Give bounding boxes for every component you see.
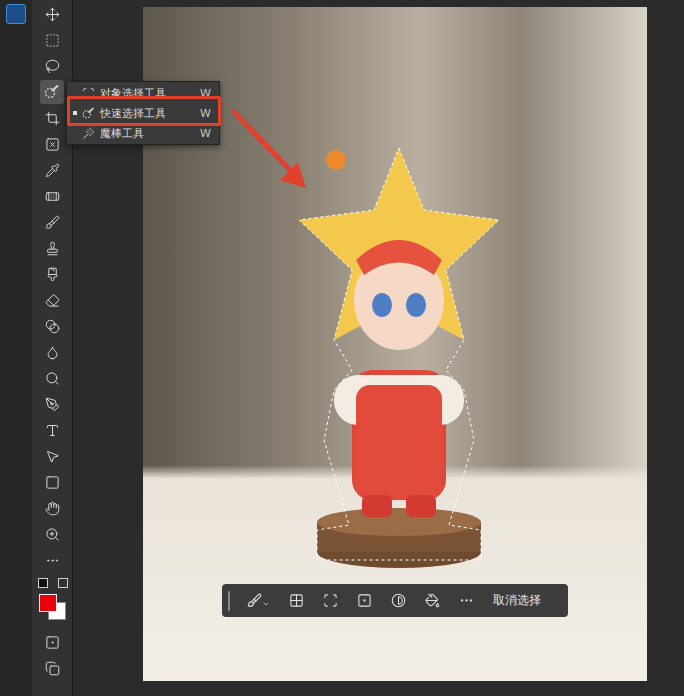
screen-mode-icon — [45, 661, 60, 676]
stamp-icon — [45, 241, 60, 256]
scan-icon — [323, 593, 338, 608]
quick-selection-icon — [82, 107, 95, 120]
color-swatches — [36, 576, 68, 624]
lasso-tool[interactable] — [40, 54, 64, 78]
app-logo-icon — [6, 4, 26, 24]
frame-icon — [45, 137, 60, 152]
mask-icon — [357, 593, 372, 608]
zoom-tool[interactable] — [40, 522, 64, 546]
current-tool-marker — [73, 91, 77, 95]
rectangle-icon — [45, 475, 60, 490]
move-tool[interactable] — [40, 2, 64, 26]
swap-colors-icon[interactable] — [58, 578, 68, 588]
blur-tool[interactable] — [40, 340, 64, 364]
fill-button[interactable] — [425, 593, 440, 608]
frame-tool[interactable] — [40, 132, 64, 156]
brush-icon — [45, 215, 60, 230]
dropdown-icon — [262, 600, 270, 608]
rectangle-tool[interactable] — [40, 470, 64, 494]
quick-mask-icon — [45, 635, 60, 650]
dodge-icon — [45, 371, 60, 386]
eraser-icon — [45, 293, 60, 308]
path-selection-icon — [45, 449, 60, 464]
type-tool[interactable] — [40, 418, 64, 442]
select-subject-button[interactable] — [289, 593, 304, 608]
dodge-tool[interactable] — [40, 366, 64, 390]
flyout-item[interactable]: 快速选择工具W — [67, 103, 219, 123]
marquee-tool[interactable] — [40, 28, 64, 52]
default-colors-icon[interactable] — [38, 578, 48, 588]
side-strip — [0, 0, 32, 696]
type-icon — [45, 423, 60, 438]
healing-icon — [45, 189, 60, 204]
flyout-item[interactable]: 魔棒工具W — [67, 123, 219, 143]
gradient-tool[interactable] — [40, 314, 64, 338]
current-tool-marker — [73, 131, 77, 135]
eraser-tool[interactable] — [40, 288, 64, 312]
pen-icon — [45, 397, 60, 412]
select-object-button[interactable] — [323, 593, 338, 608]
foreground-color[interactable] — [39, 594, 57, 612]
path-selection-tool[interactable] — [40, 444, 64, 468]
contextual-task-bar: 取消选择 — [222, 584, 568, 617]
history-brush-icon — [45, 267, 60, 282]
deselect-button[interactable]: 取消选择 — [493, 592, 541, 609]
quick-selection-tool[interactable] — [40, 80, 64, 104]
annotation-box — [67, 96, 221, 126]
adjustment-icon — [391, 593, 406, 608]
zoom-icon — [45, 527, 60, 542]
photoshop-window: 对象选择工具W快速选择工具W魔棒工具W 取消选择 — [0, 0, 684, 696]
task-bar-grip[interactable] — [228, 591, 230, 611]
more-tool[interactable] — [40, 548, 64, 572]
more-icon — [45, 553, 60, 568]
stamp-tool[interactable] — [40, 236, 64, 260]
screen-mode-button[interactable] — [40, 656, 64, 680]
marquee-icon — [45, 33, 60, 48]
crop-icon — [45, 111, 60, 126]
eyedropper-icon — [45, 163, 60, 178]
brush-icon — [247, 593, 262, 608]
tool-icon — [82, 127, 95, 140]
quick-selection-icon — [44, 84, 60, 100]
adjustment-button[interactable] — [391, 593, 406, 608]
select-subject-icon — [289, 593, 304, 608]
brush-mode-button[interactable] — [247, 593, 270, 608]
pen-tool[interactable] — [40, 392, 64, 416]
annotation-arrow-icon — [226, 106, 316, 196]
lasso-icon — [45, 59, 60, 74]
eyedropper-tool[interactable] — [40, 158, 64, 182]
more-icon — [459, 593, 474, 608]
fill-icon — [425, 593, 440, 608]
flyout-item[interactable]: 对象选择工具W — [67, 83, 219, 103]
current-tool-marker — [73, 111, 77, 115]
tool-flyout-menu: 对象选择工具W快速选择工具W魔棒工具W — [66, 81, 220, 145]
hand-tool[interactable] — [40, 496, 64, 520]
crop-tool[interactable] — [40, 106, 64, 130]
healing-tool[interactable] — [40, 184, 64, 208]
move-icon — [45, 7, 60, 22]
hand-icon — [45, 501, 60, 516]
brush-tool[interactable] — [40, 210, 64, 234]
blur-icon — [45, 345, 60, 360]
history-brush-tool[interactable] — [40, 262, 64, 286]
quick-mask-button[interactable] — [40, 630, 64, 654]
mask-button[interactable] — [357, 593, 372, 608]
gradient-icon — [45, 319, 60, 334]
more-button[interactable] — [459, 593, 474, 608]
figurine-selection-icon — [274, 140, 524, 572]
